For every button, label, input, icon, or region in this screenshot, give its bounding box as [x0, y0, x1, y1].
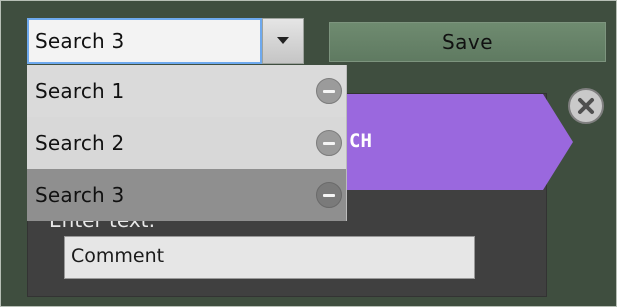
dropdown-item-search-1[interactable]: Search 1 — [27, 65, 346, 117]
search-combobox[interactable]: Search 3 — [27, 18, 304, 64]
search-dropdown-list: Search 1 Search 2 Search 3 — [27, 65, 347, 221]
search-combobox-value[interactable]: Search 3 — [27, 18, 262, 64]
search-node-label: CH — [349, 130, 372, 152]
remove-icon[interactable] — [316, 130, 342, 156]
close-icon[interactable] — [568, 88, 604, 124]
comment-field[interactable]: Comment — [64, 236, 475, 279]
remove-icon[interactable] — [316, 182, 342, 208]
dropdown-item-label: Search 1 — [35, 79, 125, 103]
dropdown-item-label: Search 3 — [35, 183, 125, 207]
search-editor-window: CH Enter text: Comment Search 3 Save Sea… — [0, 0, 617, 307]
save-button[interactable]: Save — [329, 22, 606, 62]
remove-icon[interactable] — [316, 78, 342, 104]
chevron-down-icon — [277, 37, 289, 44]
dropdown-toggle-button[interactable] — [262, 18, 304, 64]
close-icon-glyph — [578, 98, 594, 114]
dropdown-item-search-3[interactable]: Search 3 — [27, 169, 346, 221]
dropdown-item-label: Search 2 — [35, 131, 125, 155]
dropdown-item-search-2[interactable]: Search 2 — [27, 117, 346, 169]
